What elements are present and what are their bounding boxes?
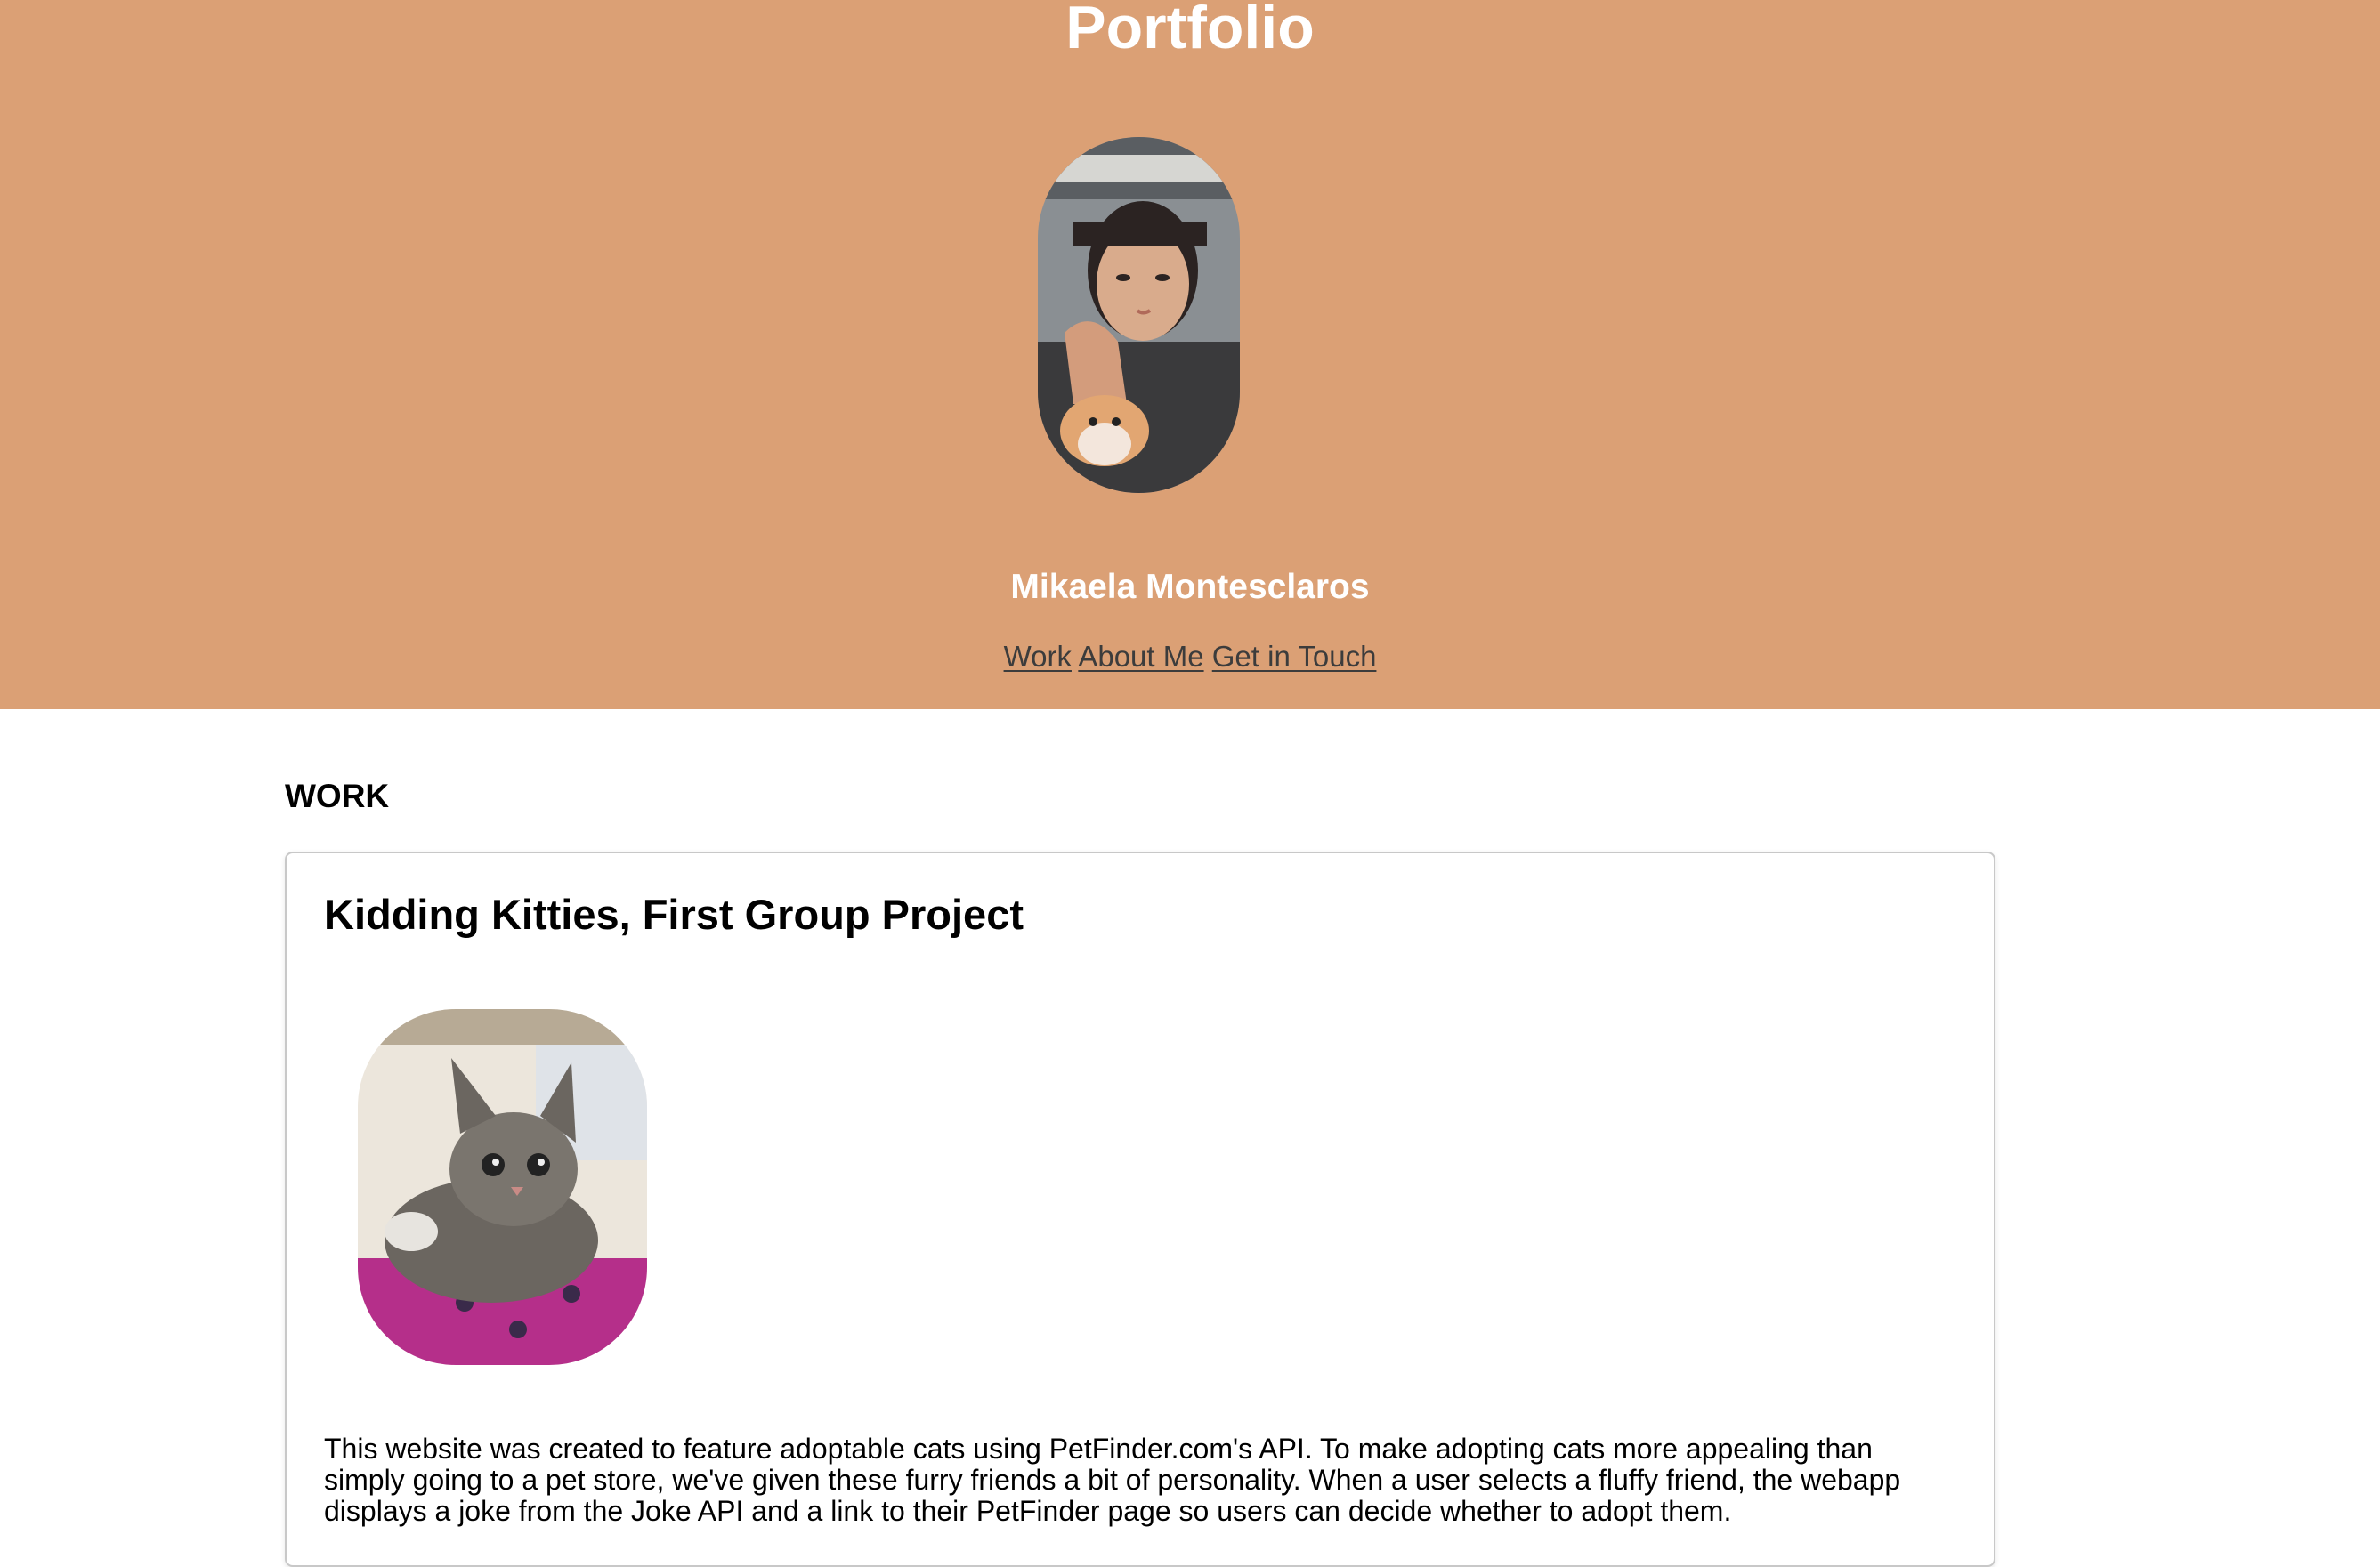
site-title: Portfolio xyxy=(1065,0,1315,61)
nav-link-work[interactable]: Work xyxy=(1004,640,1072,673)
project-title: Kidding Kitties, First Group Project xyxy=(324,891,1024,938)
owner-name: Mikaela Montesclaros xyxy=(1010,568,1370,606)
kitten-photo-image xyxy=(358,1009,647,1365)
project-description: This website was created to feature adop… xyxy=(324,1433,1901,1527)
nav-link-about-me[interactable]: About Me xyxy=(1078,640,1203,673)
nav-link-get-in-touch[interactable]: Get in Touch xyxy=(1212,640,1377,673)
profile-photo xyxy=(1038,137,1240,493)
site-header: Portfolio Mikaela Montesclaros Work Abou… xyxy=(0,0,2380,709)
project-image xyxy=(358,1009,647,1365)
project-card: Kidding Kitties, First Group Project Thi… xyxy=(285,852,1995,1567)
main-nav: Work About Me Get in Touch xyxy=(0,634,2380,680)
profile-photo-image xyxy=(1038,137,1240,493)
work-section-heading: WORK xyxy=(285,778,390,814)
